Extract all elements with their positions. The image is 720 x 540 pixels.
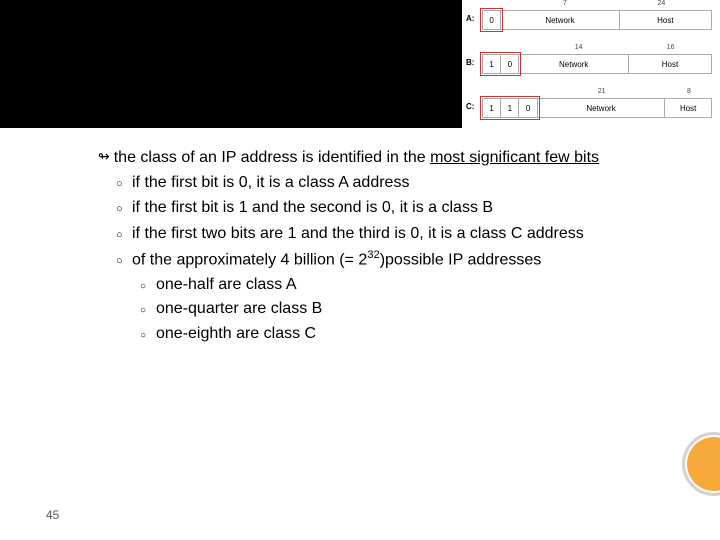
- corner-ornament-icon: [682, 432, 720, 496]
- diagram-row-b: B: 14 16 1 0 Network Host: [468, 44, 714, 82]
- prefix-highlight: [480, 96, 540, 120]
- slide-body: the class of an IP address is identified…: [98, 146, 690, 346]
- diagram-row-label: C:: [466, 102, 480, 111]
- lead-bullet: the class of an IP address is identified…: [98, 146, 690, 169]
- title-bar: [0, 0, 462, 128]
- bullet-class-a: if the first bit is 0, it is a class A a…: [98, 171, 690, 194]
- diagram-row-a: A: 7 24 0 Network Host: [468, 0, 714, 38]
- host-cell: Host: [665, 99, 711, 117]
- tick-label: 21: [598, 88, 606, 95]
- bullet-class-c: if the first two bits are 1 and the thir…: [98, 222, 690, 245]
- diagram-row-label: A:: [466, 14, 480, 23]
- diagram-row-label: B:: [466, 58, 480, 67]
- count-exp: 32: [367, 249, 379, 261]
- host-cell: Host: [620, 11, 711, 29]
- network-cell: Network: [538, 99, 666, 117]
- network-cell: Network: [519, 55, 628, 73]
- host-cell: Host: [629, 55, 711, 73]
- page-number: 45: [46, 508, 59, 522]
- tick-label: 24: [657, 0, 665, 7]
- arrow-bullet-icon: [98, 149, 114, 166]
- lead-text-underline: most significant few bits: [430, 149, 599, 166]
- prefix-highlight: [480, 8, 503, 32]
- bullet-count: of the approximately 4 billion (= 232)po…: [98, 247, 690, 272]
- diagram-bar: 0 Network Host: [482, 10, 712, 30]
- tick-label: 16: [667, 44, 675, 51]
- count-pre: of the approximately 4 billion (= 2: [132, 251, 367, 268]
- subbullet-eighth: one-eighth are class C: [98, 322, 690, 345]
- tick-label: 7: [563, 0, 567, 7]
- subbullet-half: one-half are class A: [98, 273, 690, 296]
- bullet-class-b: if the first bit is 1 and the second is …: [98, 196, 690, 219]
- lead-text-pre: the class of an IP address is identified…: [114, 149, 430, 166]
- tick-label: 8: [687, 88, 691, 95]
- network-cell: Network: [501, 11, 620, 29]
- bullet-count-line: of the approximately 4 billion (= 232)po…: [98, 247, 690, 272]
- subbullet-quarter: one-quarter are class B: [98, 297, 690, 320]
- prefix-highlight: [480, 52, 521, 76]
- ip-class-diagram: A: 7 24 0 Network Host B: 14 16 1 0: [462, 0, 720, 128]
- count-post: )possible IP addresses: [380, 251, 542, 268]
- tick-label: 14: [575, 44, 583, 51]
- diagram-row-c: C: 21 8 1 1 0 Network Host: [468, 88, 714, 126]
